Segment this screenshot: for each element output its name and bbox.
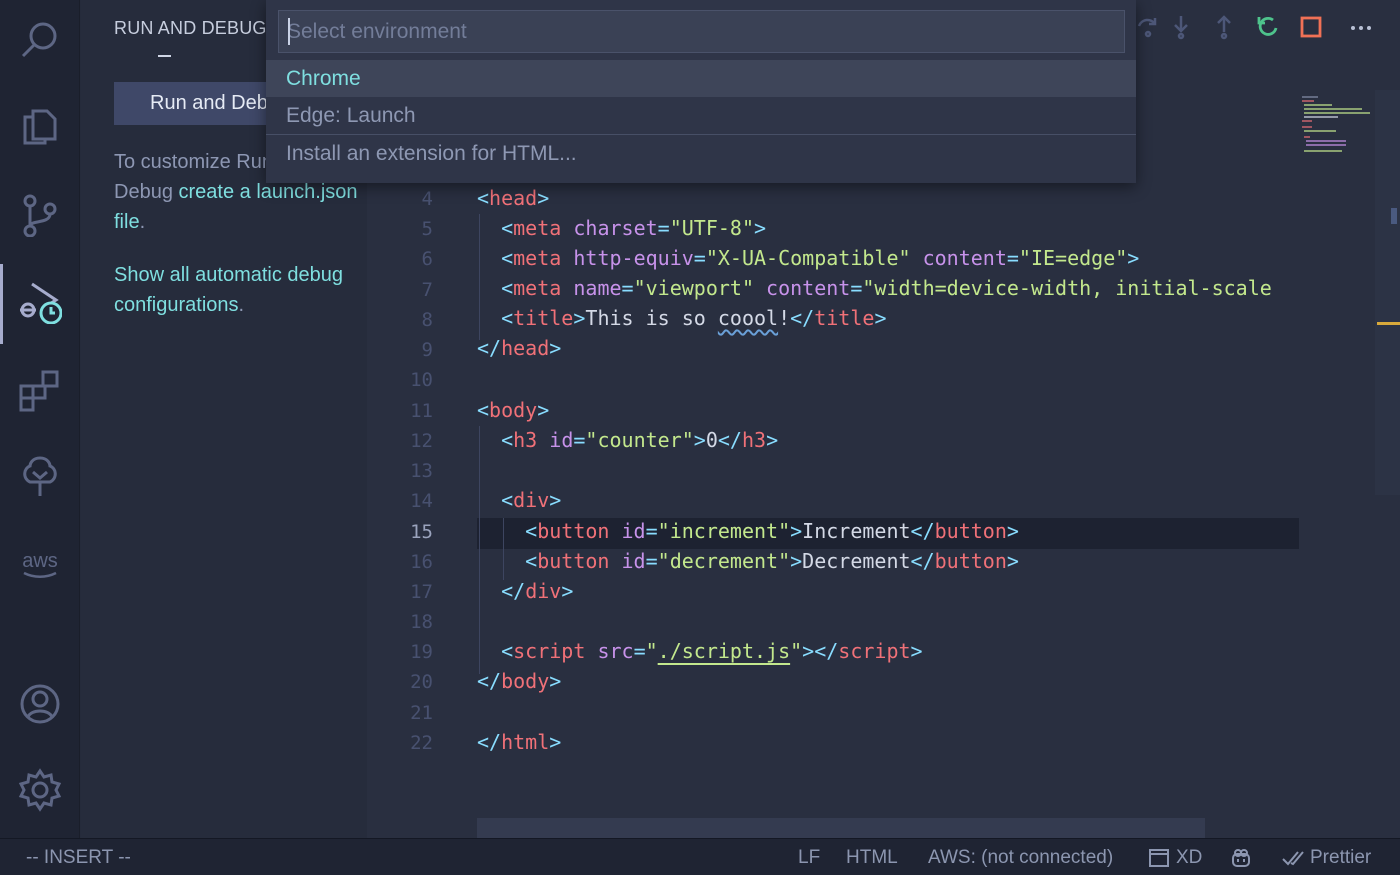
sidebar-title: RUN AND DEBUG: [114, 18, 272, 38]
line-number: 10 [410, 369, 433, 391]
code-line-19: <script src="./script.js"></script> [501, 639, 923, 663]
prettier-label: Prettier [1310, 847, 1372, 868]
quick-pick-item-install-extension[interactable]: Install an extension for HTML... [266, 135, 1136, 172]
line-number: 16 [410, 551, 433, 573]
text-caret [288, 18, 290, 45]
line-number: 20 [410, 671, 433, 693]
copilot-icon[interactable] [1230, 839, 1252, 875]
tree-icon[interactable] [0, 446, 80, 506]
scrollbar-marker [1377, 322, 1400, 325]
select-environment-input[interactable] [278, 10, 1125, 53]
xd-status[interactable]: XD [1148, 839, 1202, 875]
line-number-current: 15 [410, 521, 433, 543]
line-number: 21 [410, 702, 433, 724]
line-number: 22 [410, 732, 433, 754]
aws-label: aws [22, 550, 58, 572]
window-icon [1149, 848, 1169, 867]
spelling-warning[interactable]: coool [718, 306, 778, 330]
code-line-15: <button id="increment">Increment</button… [525, 519, 1019, 543]
code-line-9: </head> [477, 336, 562, 360]
code-line-7: <meta name="viewport" content="width=dev… [501, 276, 1272, 300]
show-configs-text: Show all automatic debug configurations. [114, 260, 359, 320]
eol-indicator[interactable]: LF [798, 839, 820, 875]
code-line-12: <h3 id="counter">0</h3> [501, 428, 779, 452]
debug-toolbar [1130, 6, 1400, 48]
line-number: 12 [410, 430, 433, 452]
files-icon[interactable] [0, 95, 80, 155]
line-number: 9 [421, 339, 433, 361]
aws-icon[interactable]: aws [0, 532, 80, 592]
activity-bar: aws [0, 0, 80, 838]
gear-icon[interactable] [0, 760, 80, 820]
line-number: 14 [410, 490, 433, 512]
source-control-icon[interactable] [0, 185, 80, 245]
run-debug-icon[interactable] [0, 264, 80, 344]
scrollbar-thumb[interactable] [1391, 208, 1397, 224]
code-line-14: <div> [501, 488, 562, 512]
script-src-link[interactable]: ./script.js [658, 639, 790, 663]
vim-mode-indicator: -- INSERT -- [26, 847, 131, 868]
search-icon[interactable] [0, 10, 80, 70]
xd-label: XD [1176, 847, 1203, 868]
environment-quick-pick: Chrome Edge: Launch Install an extension… [266, 0, 1136, 183]
customize-debug: Debug [114, 181, 173, 203]
show-automatic-configs-link[interactable]: Show all automatic debug configurations [114, 264, 343, 316]
line-number: 4 [421, 188, 433, 210]
code-line-20: </body> [477, 669, 562, 693]
line-number: 7 [421, 279, 433, 301]
step-out-icon[interactable] [1206, 6, 1242, 48]
code-line-22: </html> [477, 730, 562, 754]
customize-suffix: . [139, 211, 146, 233]
restart-icon[interactable] [1250, 6, 1286, 48]
code-line-5: <meta charset="UTF-8"> [501, 216, 767, 240]
stop-icon[interactable] [1293, 6, 1329, 48]
code-line-17: </div> [501, 579, 574, 603]
quick-pick-item-edge-launch[interactable]: Edge: Launch [266, 97, 1136, 134]
line-number: 18 [410, 611, 433, 633]
horizontal-scrollbar[interactable] [477, 818, 1205, 838]
code-line-11: <body> [477, 398, 550, 422]
account-icon[interactable] [0, 674, 80, 734]
line-number: 5 [421, 218, 433, 240]
more-icon[interactable] [1343, 6, 1379, 48]
show-suffix: . [238, 294, 245, 316]
vertical-scrollbar[interactable] [1375, 90, 1400, 495]
double-check-icon [1282, 850, 1304, 865]
line-number: 8 [421, 309, 433, 331]
line-number: 13 [410, 460, 433, 482]
extensions-icon[interactable] [0, 360, 80, 420]
line-number: 19 [410, 641, 433, 663]
status-bar: -- INSERT -- LF HTML AWS: (not connected… [0, 838, 1400, 875]
prettier-status[interactable]: Prettier [1282, 839, 1371, 875]
quick-pick-item-chrome[interactable]: Chrome [266, 60, 1136, 97]
aws-connection-status[interactable]: AWS: (not connected) [928, 839, 1113, 875]
line-number: 6 [421, 248, 433, 270]
sidebar-title-indicator [158, 55, 171, 57]
code-line-8: <title>This is so coool!</title> [501, 306, 887, 330]
line-number: 11 [410, 400, 433, 422]
language-mode[interactable]: HTML [846, 839, 898, 875]
step-into-icon[interactable] [1163, 6, 1199, 48]
minimap[interactable] [1302, 95, 1372, 155]
code-line-4: <head> [477, 186, 550, 210]
line-number: 17 [410, 581, 433, 603]
code-line-16: <button id="decrement">Decrement</button… [525, 549, 1019, 573]
code-line-6: <meta http-equiv="X-UA-Compatible" conte… [501, 246, 1140, 270]
